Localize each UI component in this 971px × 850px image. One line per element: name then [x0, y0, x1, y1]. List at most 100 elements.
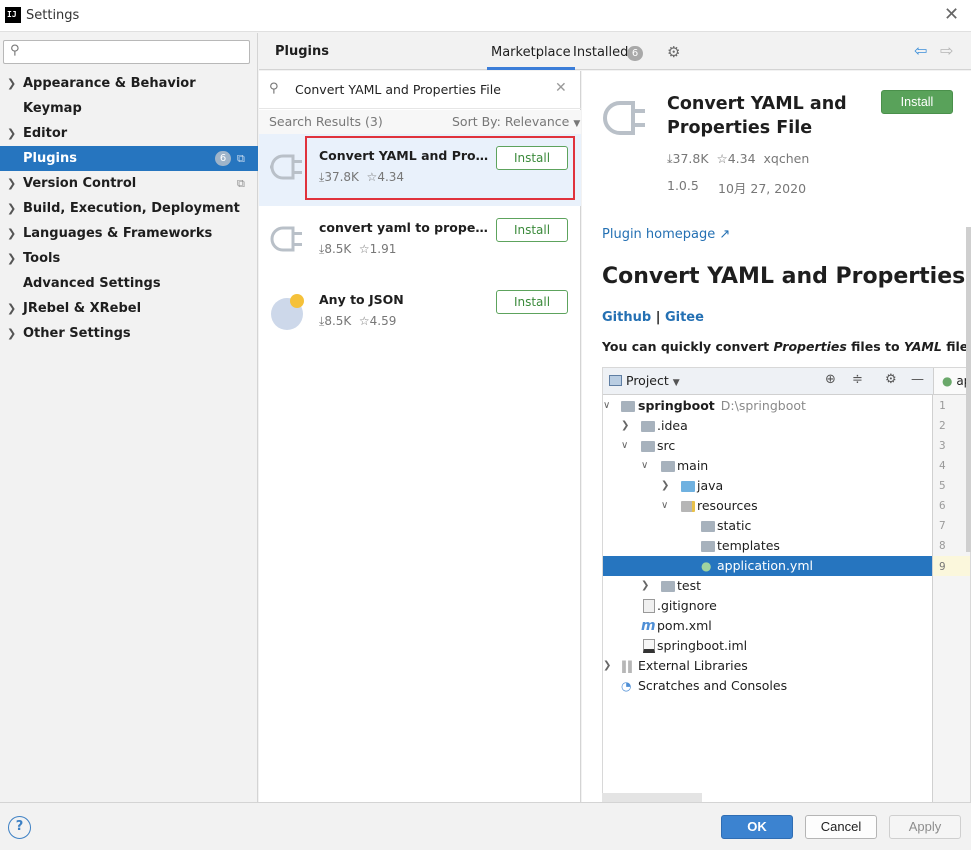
- sidebar-item-label: Plugins: [23, 151, 77, 166]
- settings-search-input[interactable]: ⚲: [3, 40, 250, 64]
- tab-marketplace[interactable]: Marketplace: [487, 33, 575, 70]
- current-line: 9: [933, 556, 970, 576]
- line-number: 8: [939, 539, 946, 552]
- tree-item: .gitignore: [603, 596, 932, 616]
- detail-install-button[interactable]: Install: [881, 90, 953, 114]
- tree-item-label: .gitignore: [657, 598, 717, 613]
- tree-item-label: .idea: [657, 418, 688, 433]
- sidebar-item-plugins[interactable]: Plugins 6 ⧉: [0, 146, 258, 171]
- search-icon: ⚲: [10, 43, 20, 58]
- star-icon: ☆: [358, 242, 370, 256]
- cancel-button[interactable]: Cancel: [805, 815, 877, 839]
- tree-item: ❯ test: [603, 576, 932, 596]
- line-number: 7: [939, 519, 946, 532]
- sidebar-item-keymap[interactable]: Keymap: [0, 96, 258, 121]
- chevron-down-icon: ∨: [661, 500, 669, 511]
- sidebar-item-languages[interactable]: ❯ Languages & Frameworks: [0, 221, 258, 246]
- caret-down-icon: ▼: [573, 119, 581, 129]
- sidebar-item-appearance[interactable]: ❯ Appearance & Behavior: [0, 71, 258, 96]
- install-button[interactable]: Install: [496, 218, 568, 242]
- desc-text: You can quickly convert: [602, 339, 774, 354]
- tab-installed[interactable]: Installed: [573, 33, 628, 70]
- tree-item-label: External Libraries: [638, 658, 748, 673]
- chevron-right-icon: ❯: [7, 227, 17, 240]
- tree-item-label: templates: [717, 538, 780, 553]
- plugin-detail-name: Convert YAML and Properties File: [667, 94, 847, 138]
- sidebar-item-label: Keymap: [23, 101, 82, 116]
- source-folder-icon: [681, 481, 695, 492]
- folder-icon: [701, 541, 715, 552]
- project-toolbar: Project ▼ ⊕ ≑ ⚙ —: [603, 368, 933, 395]
- back-arrow-icon[interactable]: ⇦: [914, 41, 927, 60]
- plugin-downloads: 8.5K: [324, 242, 352, 256]
- libraries-icon: ‖‖: [621, 659, 633, 673]
- plugin-homepage-link[interactable]: Plugin homepage ↗: [602, 227, 730, 242]
- settings-sidebar: ⚲ ❯ Appearance & Behavior Keymap ❯ Edito…: [0, 33, 258, 802]
- source-links: Github | Gitee: [602, 310, 704, 325]
- sidebar-item-advanced-settings[interactable]: Advanced Settings: [0, 271, 258, 296]
- folder-icon: [701, 521, 715, 532]
- help-icon[interactable]: ?: [8, 816, 31, 839]
- sidebar-item-label: Tools: [23, 251, 61, 266]
- github-link[interactable]: Github: [602, 310, 651, 325]
- sidebar-item-other-settings[interactable]: ❯ Other Settings: [0, 321, 258, 346]
- horizontal-scrollbar[interactable]: [602, 793, 702, 802]
- sidebar-item-editor[interactable]: ❯ Editor: [0, 121, 258, 146]
- folder-icon: [641, 441, 655, 452]
- sidebar-item-tools[interactable]: ❯ Tools: [0, 246, 258, 271]
- plugin-list-item[interactable]: Any to JSON ⤓8.5K ☆4.59 Install: [259, 278, 581, 350]
- line-number: 2: [939, 419, 946, 432]
- sidebar-item-label: Other Settings: [23, 326, 131, 341]
- chevron-right-icon: ❯: [661, 480, 670, 491]
- tree-item: m pom.xml: [603, 616, 932, 636]
- sidebar-item-version-control[interactable]: ❯ Version Control ⧉: [0, 171, 258, 196]
- plugins-count-badge: 6: [215, 151, 231, 166]
- chevron-down-icon: ∨: [621, 440, 629, 451]
- tree-item-label: resources: [697, 498, 758, 513]
- chevron-right-icon: ❯: [7, 177, 17, 190]
- folder-icon: [641, 421, 655, 432]
- tree-item-label: static: [717, 518, 752, 533]
- sort-by-dropdown[interactable]: Sort By: Relevance ▼: [452, 114, 580, 129]
- tree-item: ❯ ‖‖ External Libraries: [603, 656, 932, 676]
- chevron-right-icon: ❯: [7, 302, 17, 315]
- star-icon: ☆: [358, 314, 370, 328]
- tree-item-label: springboot.iml: [657, 638, 748, 653]
- detail-scrollbar[interactable]: [966, 227, 971, 552]
- sidebar-item-jrebel[interactable]: ❯ JRebel & XRebel: [0, 296, 258, 321]
- plugin-search-input[interactable]: ⚲ Convert YAML and Properties File ✕: [259, 71, 581, 109]
- folder-icon: [621, 401, 635, 412]
- chevron-right-icon: ❯: [7, 77, 17, 90]
- any-to-json-icon: [271, 294, 304, 330]
- chevron-down-icon: ∨: [641, 460, 649, 471]
- project-label: Project ▼: [626, 373, 680, 388]
- ide-screenshot-image: Project ▼ ⊕ ≑ ⚙ — ● ap 1 2 3 4 5 6 7 8 9…: [602, 367, 971, 802]
- tree-item-label: application.yml: [717, 558, 813, 573]
- sidebar-item-label: Appearance & Behavior: [23, 76, 196, 91]
- maven-file-icon: m: [641, 618, 656, 634]
- tree-item-label: springboot: [638, 398, 715, 413]
- tree-item-label: main: [677, 458, 709, 473]
- desc-emphasis: YAML: [903, 339, 942, 354]
- clear-search-icon[interactable]: ✕: [555, 80, 567, 96]
- gear-icon[interactable]: ⚙: [667, 43, 680, 61]
- line-number: 6: [939, 499, 946, 512]
- tree-item: springboot.iml: [603, 636, 932, 656]
- plugin-rating: 4.59: [369, 314, 397, 328]
- locate-icon: ⊕: [825, 372, 836, 387]
- plugin-list-item[interactable]: convert yaml to properties ⤓8.5K ☆1.91 I…: [259, 206, 581, 278]
- plugin-rating: 1.91: [369, 242, 397, 256]
- folder-icon: [661, 461, 675, 472]
- sidebar-item-build[interactable]: ❯ Build, Execution, Deployment: [0, 196, 258, 221]
- detail-vendor: xqchen: [763, 151, 810, 166]
- plugin-detail-panel: Convert YAML and Properties File Install…: [582, 71, 971, 802]
- detail-stats: ⤓37.8K ☆4.34 xqchen: [667, 151, 809, 167]
- ok-button[interactable]: OK: [721, 815, 793, 839]
- tree-item: ❯ .idea: [603, 416, 932, 436]
- install-button[interactable]: Install: [496, 290, 568, 314]
- gitee-link[interactable]: Gitee: [665, 310, 704, 325]
- tree-item: ∨ springboot D:\springboot: [603, 396, 932, 416]
- close-icon[interactable]: ✕: [944, 5, 959, 25]
- apply-button[interactable]: Apply: [889, 815, 961, 839]
- tree-item-selected: ● application.yml: [603, 556, 932, 576]
